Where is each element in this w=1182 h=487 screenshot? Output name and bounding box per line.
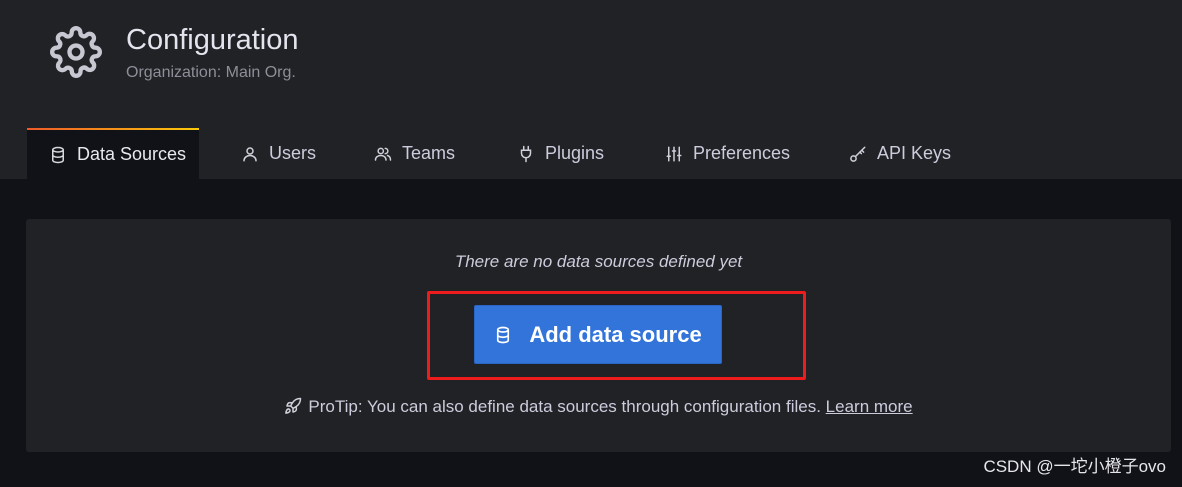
tab-data-sources[interactable]: Data Sources	[27, 128, 199, 179]
learn-more-link[interactable]: Learn more	[826, 397, 913, 416]
user-icon	[241, 145, 259, 163]
tab-label: Plugins	[545, 143, 605, 163]
tab-api-keys[interactable]: API Keys	[849, 128, 951, 179]
page-title: Configuration	[126, 24, 299, 56]
protip: ProTip: You can also define data sources…	[26, 397, 1171, 417]
tab-teams[interactable]: Teams	[374, 128, 455, 179]
tab-label: Data Sources	[77, 144, 187, 164]
page-header: Configuration Organization: Main Org. Da…	[0, 0, 1182, 179]
tab-users[interactable]: Users	[241, 128, 316, 179]
key-icon	[849, 145, 867, 163]
add-data-source-button[interactable]: Add data source	[474, 305, 722, 364]
add-data-source-label: Add data source	[529, 321, 702, 347]
plug-icon	[517, 145, 535, 163]
database-icon	[494, 326, 512, 344]
tab-bar: Data Sources Users Teams Plugins Prefere…	[0, 128, 1182, 179]
tab-label: Teams	[402, 143, 456, 163]
tab-label: Users	[269, 143, 317, 163]
empty-state-panel: There are no data sources defined yet Ad…	[26, 219, 1171, 452]
tab-preferences[interactable]: Preferences	[665, 128, 790, 179]
database-icon	[49, 146, 67, 164]
tab-label: Preferences	[693, 143, 791, 163]
page-subtitle: Organization: Main Org.	[126, 64, 296, 81]
tab-plugins[interactable]: Plugins	[517, 128, 604, 179]
watermark: CSDN @一坨小橙子ovo	[983, 457, 1166, 476]
gear-icon	[50, 26, 102, 78]
users-icon	[374, 145, 392, 163]
rocket-icon	[284, 397, 302, 415]
sliders-icon	[665, 145, 683, 163]
tab-label: API Keys	[877, 143, 952, 163]
protip-text: ProTip: You can also define data sources…	[308, 397, 821, 416]
empty-state-message: There are no data sources defined yet	[454, 252, 743, 271]
